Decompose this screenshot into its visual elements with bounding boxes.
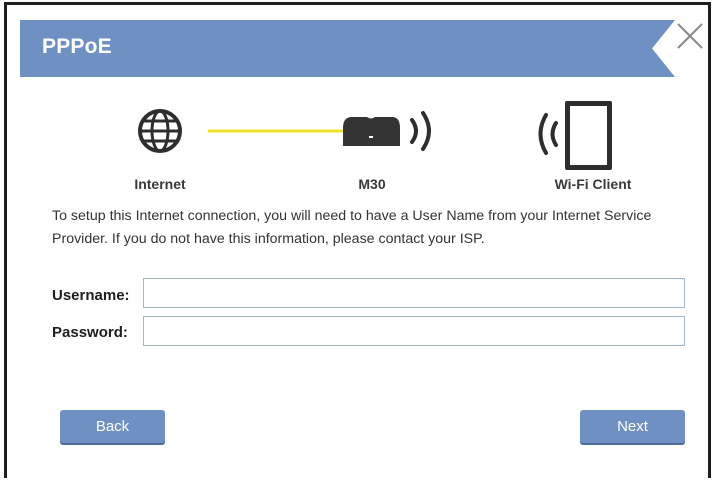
router-icon (343, 117, 400, 146)
password-label: Password: (52, 324, 128, 341)
client-label: Wi-Fi Client (554, 176, 632, 192)
back-button[interactable]: Back (60, 410, 165, 443)
internet-label: Internet (134, 176, 186, 192)
wifi-receive-icon (538, 113, 558, 155)
next-button[interactable]: Next (580, 410, 685, 443)
password-input[interactable] (143, 316, 685, 346)
username-input[interactable] (143, 278, 685, 308)
username-label: Username: (52, 287, 130, 304)
description-text: To setup this Internet connection, you w… (52, 208, 652, 247)
globe-icon (138, 109, 182, 153)
tablet-icon (565, 101, 612, 170)
connection-diagram (138, 101, 612, 170)
wifi-signal-icon (410, 111, 431, 151)
router-label: M30 (358, 176, 386, 192)
